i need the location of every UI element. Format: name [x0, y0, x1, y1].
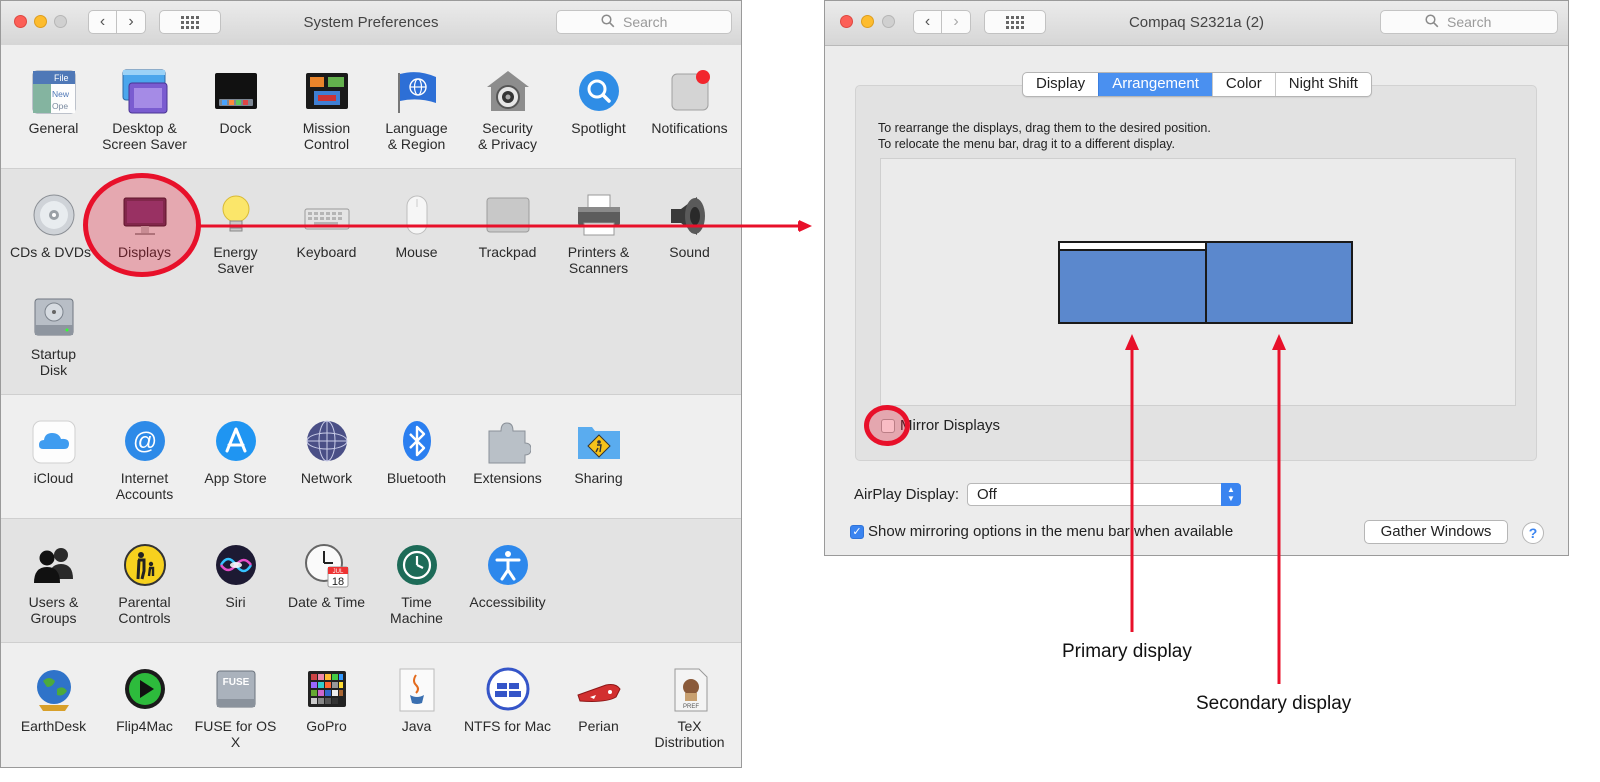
arrow-head-primary: [1125, 334, 1139, 350]
arrow-head-secondary: [1272, 334, 1286, 350]
annotation-arrows: [200, 220, 1286, 684]
secondary-display-caption: Secondary display: [1196, 693, 1352, 714]
primary-display-caption: Primary display: [1062, 641, 1192, 662]
arrow-head-right: [799, 220, 812, 232]
